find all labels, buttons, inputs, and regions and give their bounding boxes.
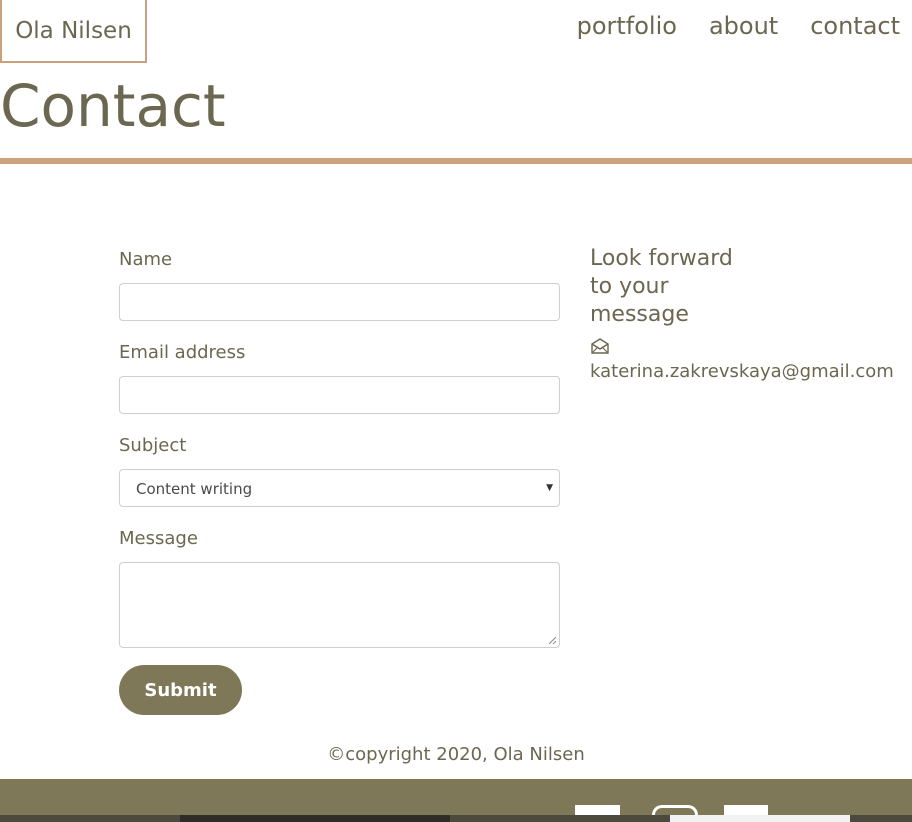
- footer-decoration-1: [575, 805, 620, 815]
- email-input[interactable]: [119, 376, 560, 414]
- title-divider: [0, 158, 912, 164]
- brand-name: Ola Nilsen: [15, 17, 132, 44]
- contact-aside: Look forward to your message katerina.za…: [590, 245, 894, 382]
- name-group: Name: [119, 246, 560, 321]
- email-label: Email address: [119, 342, 246, 363]
- footer-strip-light: [670, 815, 850, 822]
- resize-handle-icon[interactable]: [548, 636, 557, 645]
- nav-link-contact[interactable]: contact: [810, 12, 900, 40]
- nav-link-about[interactable]: about: [709, 12, 778, 40]
- caret-down-icon: ▼: [546, 483, 553, 493]
- subject-selected-value: Content writing: [136, 480, 253, 498]
- footer-strip-dark: [180, 815, 450, 822]
- email-link[interactable]: katerina.zakrevskaya@gmail.com: [590, 361, 894, 382]
- message-textarea[interactable]: [119, 562, 560, 648]
- aside-heading: Look forward to your message: [590, 246, 733, 327]
- nav-link-portfolio[interactable]: portfolio: [577, 12, 677, 40]
- name-label: Name: [119, 249, 173, 270]
- submit-button[interactable]: Submit: [119, 665, 242, 715]
- message-label: Message: [119, 528, 198, 549]
- subject-group: Subject Content writing ▼: [119, 432, 560, 507]
- email-group: Email address: [119, 339, 560, 414]
- message-group: Message: [119, 525, 560, 648]
- main-nav: portfolio about contact: [577, 12, 900, 40]
- subject-select[interactable]: Content writing ▼: [119, 469, 560, 507]
- brand-logo[interactable]: Ola Nilsen: [0, 0, 147, 63]
- footer-band: [0, 779, 912, 822]
- name-input[interactable]: [119, 283, 560, 321]
- footer-decoration-3: [724, 805, 768, 815]
- copyright-text: ©copyright 2020, Ola Nilsen: [327, 744, 585, 765]
- contact-form: Name Email address Subject Content writi…: [119, 246, 560, 715]
- page-title: Contact: [0, 72, 226, 140]
- subject-label: Subject: [119, 435, 187, 456]
- envelope-open-icon: [591, 338, 609, 354]
